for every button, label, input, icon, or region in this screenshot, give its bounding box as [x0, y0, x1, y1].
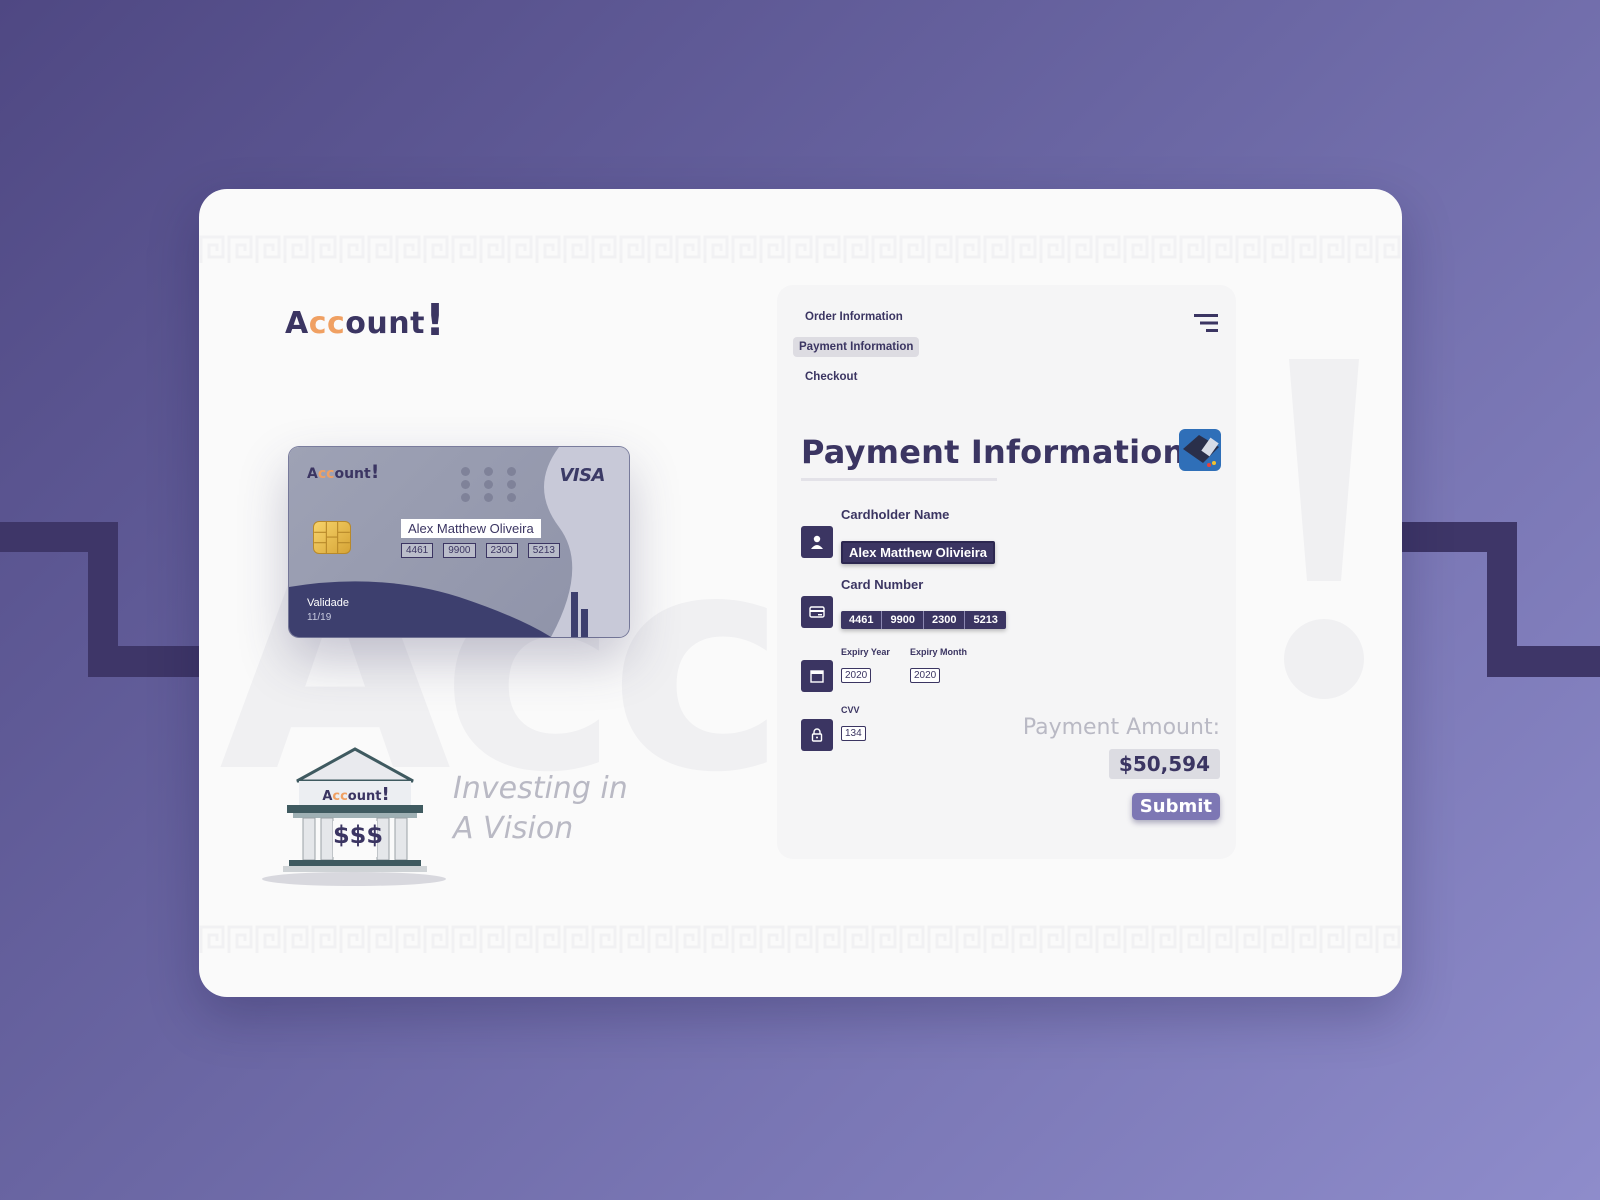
greek-pattern-top — [199, 233, 1402, 265]
lock-icon — [801, 719, 833, 751]
chip-icon — [313, 521, 351, 554]
nav-payment-information[interactable]: Payment Information — [793, 337, 920, 357]
credit-card-preview: Account! VISA Alex Matthew Oliveira 4461… — [289, 447, 629, 637]
title-underline — [801, 478, 997, 481]
tagline: Investing in A Vision — [453, 769, 628, 849]
card-number-groups: 4461 9900 2300 5213 — [401, 543, 560, 558]
calendar-icon — [801, 660, 833, 692]
card-number-label: Card Number — [841, 577, 924, 592]
card-number-input[interactable]: 4461 9900 2300 5213 — [841, 611, 1006, 629]
card-holder-name: Alex Matthew Oliveira — [401, 519, 541, 538]
payment-form-panel: Order Information Payment Information Ch… — [777, 285, 1236, 859]
expiry-month-input[interactable]: 2020 — [910, 668, 941, 683]
card-number-group: 9900 — [443, 543, 476, 558]
cardholder-label: Cardholder Name — [841, 507, 950, 522]
user-icon — [801, 526, 833, 558]
card-number-group: 2300 — [485, 543, 518, 558]
card-number-part[interactable]: 4461 — [841, 611, 883, 629]
submit-button[interactable]: Submit — [1131, 793, 1220, 820]
tagline-line-2: A Vision — [453, 811, 574, 846]
card-number-group: 5213 — [527, 543, 560, 558]
menu-lines-icon[interactable] — [1194, 313, 1218, 333]
brand-logo[interactable]: Account! — [285, 293, 446, 346]
page-title: Payment Information — [801, 433, 1186, 471]
bank-money-text: $$$ — [332, 821, 384, 849]
expiry-year-input[interactable]: 2020 — [841, 668, 872, 683]
credit-card-icon — [801, 596, 833, 628]
nav-checkout[interactable]: Checkout — [799, 367, 863, 387]
card-number-group: 4461 — [401, 543, 434, 558]
card-number-part[interactable]: 2300 — [924, 611, 966, 629]
visa-logo: VISA — [559, 465, 605, 486]
expiry-year-label: Expiry Year — [841, 647, 890, 657]
validity-label: Validade — [307, 597, 349, 609]
payment-amount-label: Payment Amount: — [1022, 715, 1220, 740]
tagline-line-1: Investing in — [453, 771, 628, 806]
bank-building-icon: Account! — [259, 739, 459, 889]
expiry-month-label: Expiry Month — [910, 647, 968, 657]
watermark-exclamation — [1284, 359, 1364, 699]
cvv-label: CVV — [841, 705, 860, 715]
card-brand-logo: Account! — [307, 461, 380, 483]
cvv-input[interactable]: 134 — [841, 726, 866, 741]
card-number-part[interactable]: 9900 — [882, 611, 924, 629]
main-panel: Acc Account! Account! VISA Alex Matthew … — [199, 189, 1402, 997]
nav-order-information[interactable]: Order Information — [799, 307, 909, 327]
greek-pattern-bottom — [199, 923, 1402, 955]
validity-value: 11/19 — [307, 612, 332, 623]
cardholder-name-input[interactable]: Alex Matthew Olivieira — [841, 541, 995, 564]
card-terminal-icon — [1179, 429, 1221, 471]
payment-amount-value: $50,594 — [1108, 749, 1220, 779]
card-number-part[interactable]: 5213 — [965, 611, 1005, 629]
